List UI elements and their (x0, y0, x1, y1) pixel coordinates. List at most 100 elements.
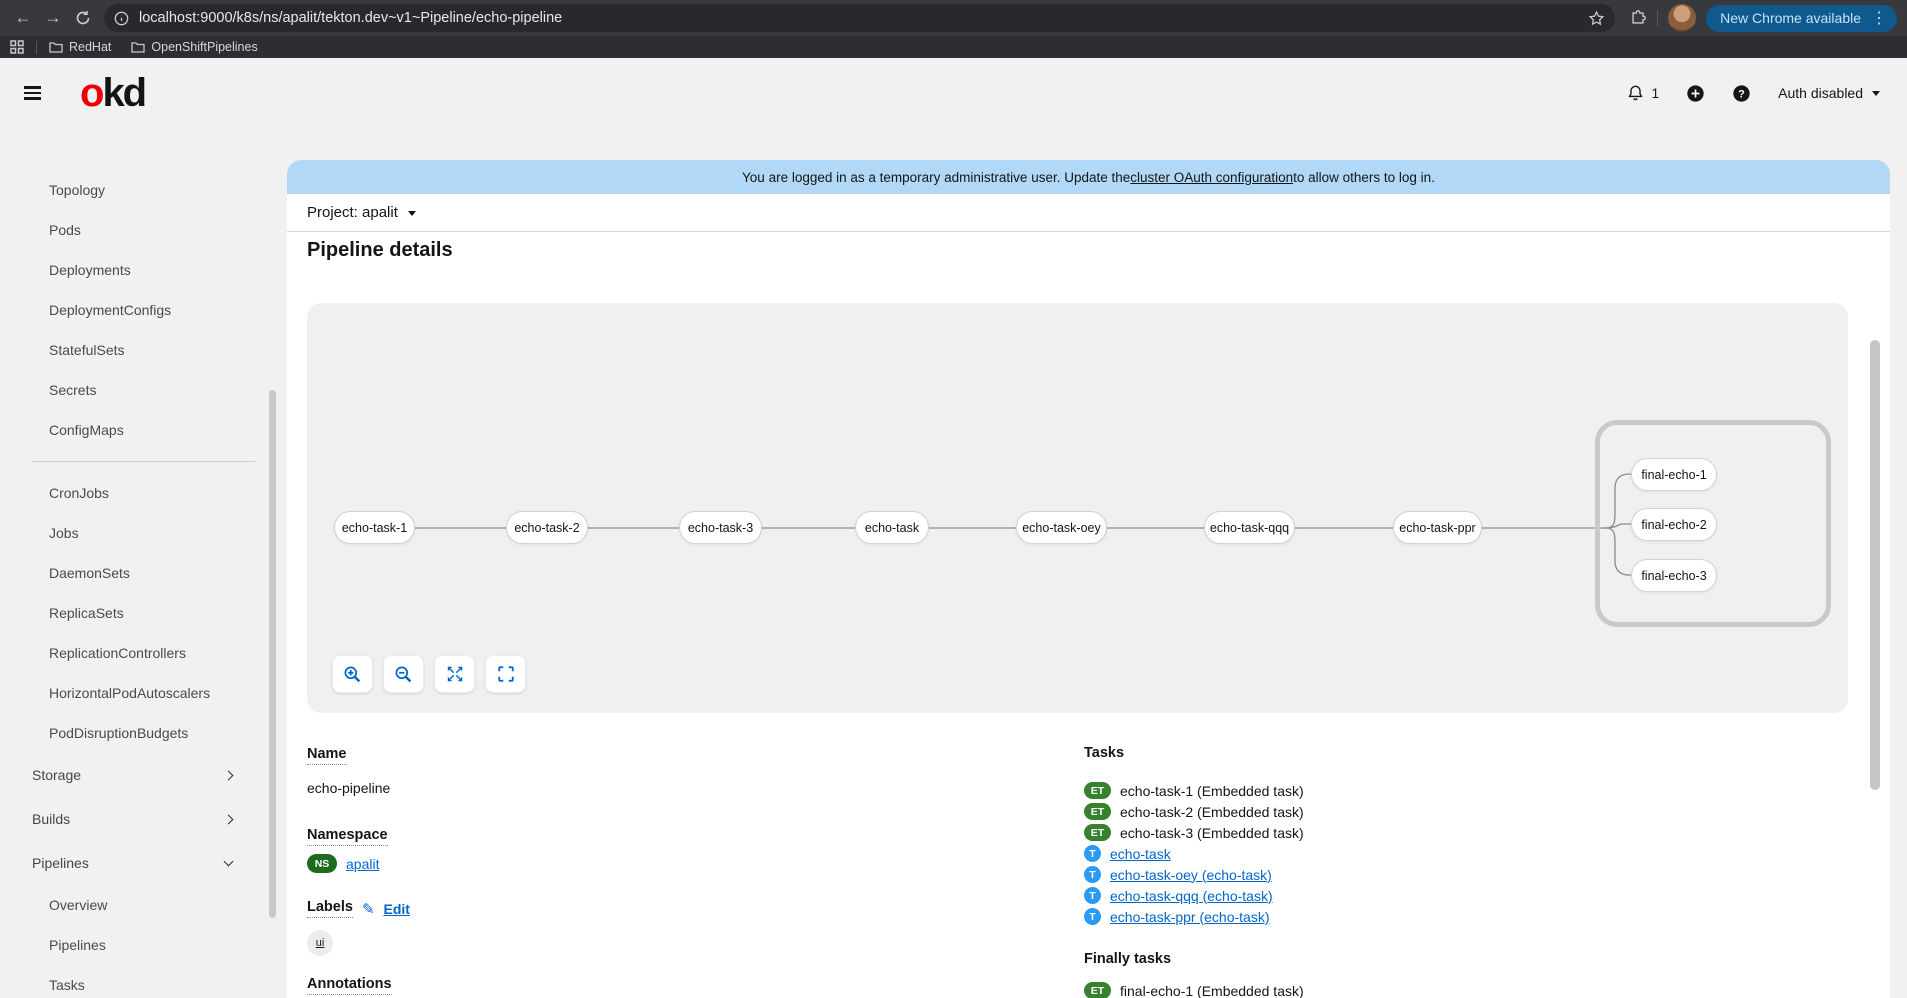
site-info-icon[interactable] (114, 11, 129, 26)
sidebar-item[interactable]: ReplicaSets (0, 593, 287, 633)
label-chip[interactable]: ui (307, 930, 333, 956)
sidebar-item[interactable]: PodDisruptionBudgets (0, 713, 287, 753)
task-row: ET echo-task-3 (Embedded task) (1084, 822, 1304, 843)
sidebar-item[interactable]: Jobs (0, 513, 287, 553)
task-name[interactable]: echo-task-oey (echo-task) (1110, 867, 1272, 883)
sidebar-item[interactable]: Topology (0, 170, 287, 210)
task-kind-badge: ET (1084, 824, 1111, 841)
sidebar-item[interactable]: Storage (0, 753, 287, 797)
pipeline-task-node[interactable]: echo-task-oey (1016, 511, 1107, 544)
user-menu[interactable]: Auth disabled (1778, 85, 1880, 101)
sidebar-item-label: Pipelines (32, 855, 89, 871)
finally-tasks-title: Finally tasks (1084, 951, 1172, 967)
browser-toolbar: ← → localhost:9000/k8s/ns/apalit/tekton.… (0, 0, 1907, 36)
login-info-banner: You are logged in as a temporary adminis… (287, 160, 1890, 194)
url-bar[interactable]: localhost:9000/k8s/ns/apalit/tekton.dev~… (104, 4, 1616, 32)
task-name[interactable]: echo-task-qqq (echo-task) (1110, 888, 1273, 904)
task-name[interactable]: echo-task-ppr (echo-task) (1110, 909, 1270, 925)
notifications-button[interactable]: 1 (1627, 84, 1660, 102)
extensions-icon[interactable] (1629, 9, 1647, 27)
okd-logo[interactable]: o kd (80, 71, 147, 115)
zoom-out-button[interactable] (383, 655, 424, 693)
chevron-down-icon (407, 210, 416, 220)
chevron-icon (223, 814, 234, 824)
zoom-in-button[interactable] (332, 655, 373, 693)
pipeline-finally-node[interactable]: final-echo-3 (1631, 559, 1717, 592)
project-selector-label: Project: apalit (307, 204, 398, 221)
pipeline-task-node-label: echo-task-oey (1022, 520, 1101, 535)
namespace-link[interactable]: apalit (346, 856, 379, 872)
tasks-list: ET echo-task-1 (Embedded task) ET echo-t… (1084, 780, 1304, 927)
zoom-in-icon (344, 666, 361, 682)
sidebar-item-label: Pods (49, 222, 81, 238)
sidebar-item[interactable]: Pods (0, 210, 287, 250)
task-name[interactable]: echo-task (1110, 846, 1171, 862)
sidebar-item[interactable]: Builds (0, 797, 287, 841)
bookmarks-divider (36, 40, 37, 54)
browser-menu-icon[interactable]: ⋮ (1867, 8, 1891, 28)
sidebar-item-label: HorizontalPodAutoscalers (49, 685, 211, 701)
pipeline-task-node[interactable]: echo-task-1 (334, 511, 415, 544)
pipeline-task-node-label: echo-task-qqq (1209, 520, 1290, 535)
pipeline-task-node[interactable]: echo-task-2 (506, 511, 588, 544)
add-icon[interactable] (1686, 84, 1705, 103)
bookmark-folder[interactable]: OpenShiftPipelines (131, 40, 258, 54)
sidebar-item[interactable]: Pipelines (0, 925, 287, 965)
pipeline-task-node[interactable]: echo-task-qqq (1204, 511, 1295, 544)
project-selector[interactable]: Project: apalit (287, 194, 1890, 232)
svg-text:?: ? (1738, 88, 1745, 100)
sidebar-item[interactable]: DeploymentConfigs (0, 290, 287, 330)
edit-pencil-icon[interactable]: ✎ (362, 900, 375, 918)
forward-icon[interactable]: → (38, 3, 68, 33)
fullscreen-icon (497, 666, 514, 682)
help-icon[interactable]: ? (1732, 84, 1751, 103)
notification-count: 1 (1651, 85, 1660, 101)
apps-grid-icon[interactable] (10, 40, 24, 54)
content-scrollbar[interactable] (1870, 340, 1880, 790)
sidebar-item-label: DaemonSets (49, 565, 130, 581)
fullscreen-button[interactable] (485, 655, 526, 693)
bookmarks-bar: RedHat OpenShiftPipelines (0, 36, 1907, 58)
oauth-config-link[interactable]: cluster OAuth configuration (1130, 170, 1293, 185)
labels-edit-link[interactable]: Edit (384, 901, 410, 917)
sidebar-item[interactable]: DaemonSets (0, 553, 287, 593)
sidebar-item[interactable]: Secrets (0, 370, 287, 410)
task-row: ET final-echo-1 (Embedded task) (1084, 980, 1304, 998)
sidebar-item[interactable]: Overview (0, 885, 287, 925)
sidebar-item-label: Jobs (49, 525, 79, 541)
task-name: echo-task-1 (Embedded task) (1120, 782, 1304, 799)
sidebar-item[interactable]: CronJobs (0, 473, 287, 513)
url-text[interactable]: localhost:9000/k8s/ns/apalit/tekton.dev~… (139, 10, 1588, 26)
sidebar-item[interactable]: HorizontalPodAutoscalers (0, 673, 287, 713)
sidebar-item[interactable]: Tasks (0, 965, 287, 998)
task-kind-badge: T (1084, 887, 1101, 904)
reload-icon[interactable] (68, 3, 98, 33)
back-icon[interactable]: ← (8, 3, 38, 33)
sidebar-item-label: Pipelines (49, 937, 106, 953)
pipeline-finally-node[interactable]: final-echo-2 (1631, 508, 1717, 541)
sidebar-item[interactable]: ReplicationControllers (0, 633, 287, 673)
task-row: ET echo-task-2 (Embedded task) (1084, 801, 1304, 822)
nav-toggle-icon[interactable] (20, 76, 54, 110)
pipeline-finally-node[interactable]: final-echo-1 (1631, 458, 1717, 491)
sidebar-scrollbar[interactable] (269, 390, 276, 918)
sidebar-item[interactable]: ConfigMaps (0, 410, 287, 450)
sidebar-item[interactable]: Deployments (0, 250, 287, 290)
sidebar-item-label: Overview (49, 897, 108, 913)
bookmark-star-icon[interactable] (1588, 10, 1605, 27)
fit-to-screen-button[interactable] (434, 655, 475, 693)
task-row: T echo-task-qqq (echo-task) (1084, 885, 1304, 906)
pipeline-task-node[interactable]: echo-task (855, 511, 929, 544)
task-kind-badge: T (1084, 845, 1101, 862)
profile-avatar[interactable] (1668, 4, 1697, 32)
pipeline-task-node[interactable]: echo-task-ppr (1393, 511, 1482, 544)
pipeline-task-node[interactable]: echo-task-3 (679, 511, 762, 544)
bookmark-folder[interactable]: RedHat (49, 40, 111, 54)
chrome-update-button[interactable]: New Chrome available ⋮ (1706, 4, 1897, 32)
pipeline-task-node-label: echo-task-1 (341, 520, 408, 535)
okd-logo-kd: kd (102, 71, 147, 115)
sidebar-item[interactable]: Pipelines (0, 841, 287, 885)
folder-icon (49, 42, 63, 53)
sidebar-item[interactable]: StatefulSets (0, 330, 287, 370)
task-row: T echo-task-oey (echo-task) (1084, 864, 1304, 885)
